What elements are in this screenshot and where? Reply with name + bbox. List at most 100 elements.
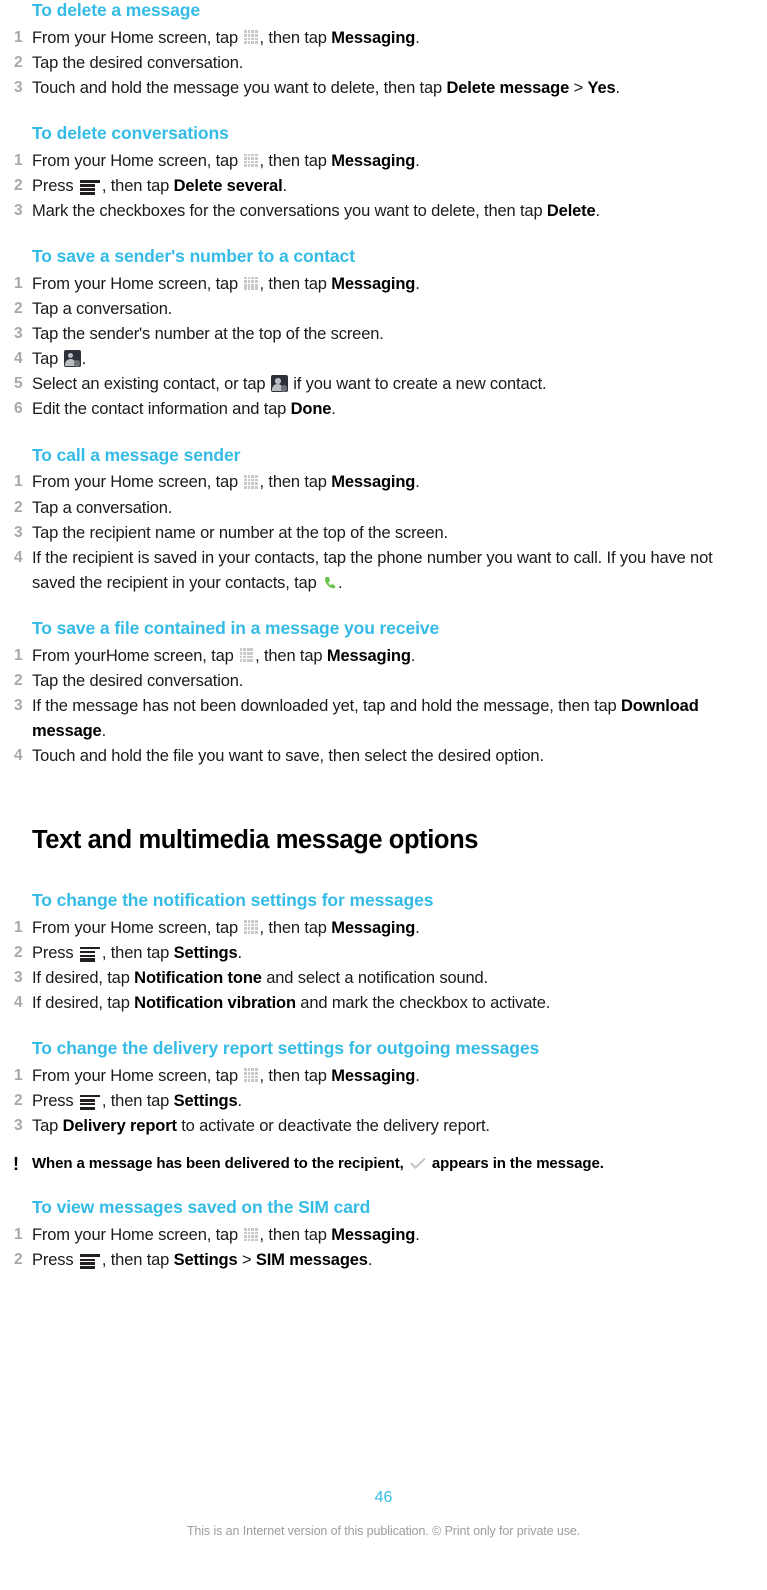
ui-term: Messaging — [331, 151, 416, 170]
step-number: 2 — [14, 1091, 23, 1109]
step-number: 2 — [14, 671, 23, 689]
ui-term: Messaging — [331, 1226, 416, 1245]
step-text: Tap the recipient name or number at the … — [32, 523, 448, 542]
apps-grid-icon — [244, 276, 259, 291]
step-number: 1 — [14, 646, 23, 664]
add-contact-icon — [63, 350, 81, 368]
apps-grid-icon — [244, 474, 259, 489]
apps-grid-icon — [244, 920, 259, 935]
step-item: 1 From your Home screen, tap , then tap M… — [0, 916, 755, 941]
ui-term: Messaging — [331, 473, 416, 492]
step-item: 1 From your Home screen, tap , then tap M… — [0, 1064, 755, 1089]
step-list: 1 From your Home screen, tap , then tap M… — [0, 272, 755, 422]
step-text: From your Home screen, tap , then tap Me… — [32, 28, 420, 47]
ui-term: Download message — [32, 696, 699, 740]
green-phone-icon — [322, 574, 337, 589]
step-text: Touch and hold the file you want to save… — [32, 747, 544, 766]
step-item: 1 From your Home screen, tap , then tap M… — [0, 272, 755, 297]
step-text: Press , then tap Settings. — [32, 943, 242, 962]
step-text: Tap the desired conversation. — [32, 671, 244, 690]
page-number: 46 — [374, 1489, 393, 1506]
step-text: Select an existing contact, or tap if yo… — [32, 375, 547, 394]
step-item: 5 Select an existing contact, or tap if y… — [0, 372, 755, 397]
step-number: 3 — [14, 325, 23, 343]
step-text: Press , then tap Delete several. — [32, 177, 287, 196]
step-number: 1 — [14, 151, 23, 169]
delivered-check-icon — [410, 1155, 426, 1169]
step-text: If the recipient is saved in your contac… — [32, 548, 713, 592]
page-title: Text and multimedia message options — [32, 826, 479, 855]
content-flow: To delete a message 1 From your Home scree… — [0, 0, 755, 1296]
step-text: Tap a conversation. — [32, 300, 173, 319]
section-heading: To call a message sender — [32, 444, 241, 465]
step-text: Press , then tap Settings. — [32, 1091, 242, 1110]
step-list: 1 From your Home screen, tap , then tap M… — [0, 1223, 755, 1273]
menu-icon — [79, 1094, 100, 1110]
step-text: From your Home screen, tap , then tap Me… — [32, 1226, 420, 1245]
step-item: 3 Tap the recipient name or number at the… — [0, 521, 755, 546]
step-item: 4 If the recipient is saved in your conta… — [0, 546, 755, 596]
apps-grid-icon — [244, 30, 259, 45]
step-item: 4 Touch and hold the file you want to sav… — [0, 744, 755, 769]
step-item: 1 From your Home screen, tap , then tap M… — [0, 26, 755, 51]
step-number: 2 — [14, 1251, 23, 1269]
step-number: 3 — [14, 968, 23, 986]
note-text: When a message has been delivered to the… — [32, 1154, 604, 1172]
step-number: 2 — [14, 177, 23, 195]
step-list: 1 From your Home screen, tap , then tap M… — [0, 1064, 755, 1139]
ui-term: Delivery report — [62, 1116, 177, 1135]
ui-term: Settings — [173, 1091, 238, 1110]
exclamation-icon: ! — [13, 1153, 19, 1174]
step-text: Tap a conversation. — [32, 498, 173, 517]
step-number: 4 — [14, 548, 23, 566]
step-number: 2 — [14, 943, 23, 961]
apps-grid-icon — [244, 1068, 259, 1083]
section-heading: To change the delivery report settings f… — [32, 1037, 540, 1058]
apps-grid-icon — [239, 648, 254, 663]
apps-grid-icon — [244, 1227, 259, 1242]
step-text: Mark the checkboxes for the conversation… — [32, 202, 600, 221]
section-heading: To save a file contained in a message yo… — [32, 617, 440, 638]
step-text: If desired, tap Notification vibration a… — [32, 993, 551, 1012]
menu-icon — [79, 1253, 100, 1270]
step-text: From your Home screen, tap , then tap Me… — [32, 1066, 420, 1085]
ui-term: Notification tone — [134, 968, 262, 987]
step-item: 1 From your Home screen, tap , then tap M… — [0, 149, 755, 174]
step-item: 3 Touch and hold the message you want to … — [0, 76, 755, 101]
menu-icon — [79, 946, 100, 962]
section-heading: To view messages saved on the SIM card — [32, 1197, 371, 1218]
step-number: 3 — [14, 523, 23, 541]
ui-term: Messaging — [326, 646, 411, 665]
ui-term: Notification vibration — [134, 993, 296, 1012]
step-text: Touch and hold the message you want to d… — [32, 79, 620, 98]
step-item: 2 Tap the desired conversation. — [0, 669, 755, 694]
step-item: 4 If desired, tap Notification vibration … — [0, 991, 755, 1016]
step-text: If desired, tap Notification tone and se… — [32, 968, 488, 987]
ui-term: Messaging — [331, 28, 416, 47]
step-number: 3 — [14, 1116, 23, 1134]
step-text: If the message has not been downloaded y… — [32, 696, 699, 740]
step-text: Tap Delivery report to activate or deact… — [32, 1116, 490, 1135]
step-number: 1 — [14, 28, 23, 46]
step-number: 3 — [14, 79, 23, 97]
page-disclaimer: This is an Internet version of this publ… — [186, 1524, 581, 1538]
step-list: 1 From your Home screen, tap , then tap M… — [0, 26, 755, 101]
step-text: From yourHome screen, tap , then tap Mes… — [32, 646, 416, 665]
step-item: 1 From yourHome screen, tap , then tap Me… — [0, 644, 755, 669]
step-number: 2 — [14, 498, 23, 516]
step-item: 2 Press , then tap Delete several. — [0, 174, 755, 199]
step-item: 2 Press , then tap Settings. — [0, 1089, 755, 1114]
section-heading: To change the notification settings for … — [32, 889, 434, 910]
step-item: 1 From your Home screen, tap , then tap M… — [0, 1223, 755, 1248]
ui-term: Delete message — [446, 79, 570, 98]
ui-term: Messaging — [331, 1066, 416, 1085]
step-number: 1 — [14, 1066, 23, 1084]
step-number: 4 — [14, 350, 23, 368]
step-list: 1 From your Home screen, tap , then tap M… — [0, 470, 755, 595]
ui-term: SIM messages — [255, 1251, 368, 1270]
ui-term: Delete several — [173, 177, 283, 196]
step-item: 2 Tap a conversation. — [0, 297, 755, 322]
step-item: 3 If the message has not been downloaded … — [0, 694, 755, 744]
step-number: 1 — [14, 473, 23, 491]
step-number: 3 — [14, 202, 23, 220]
